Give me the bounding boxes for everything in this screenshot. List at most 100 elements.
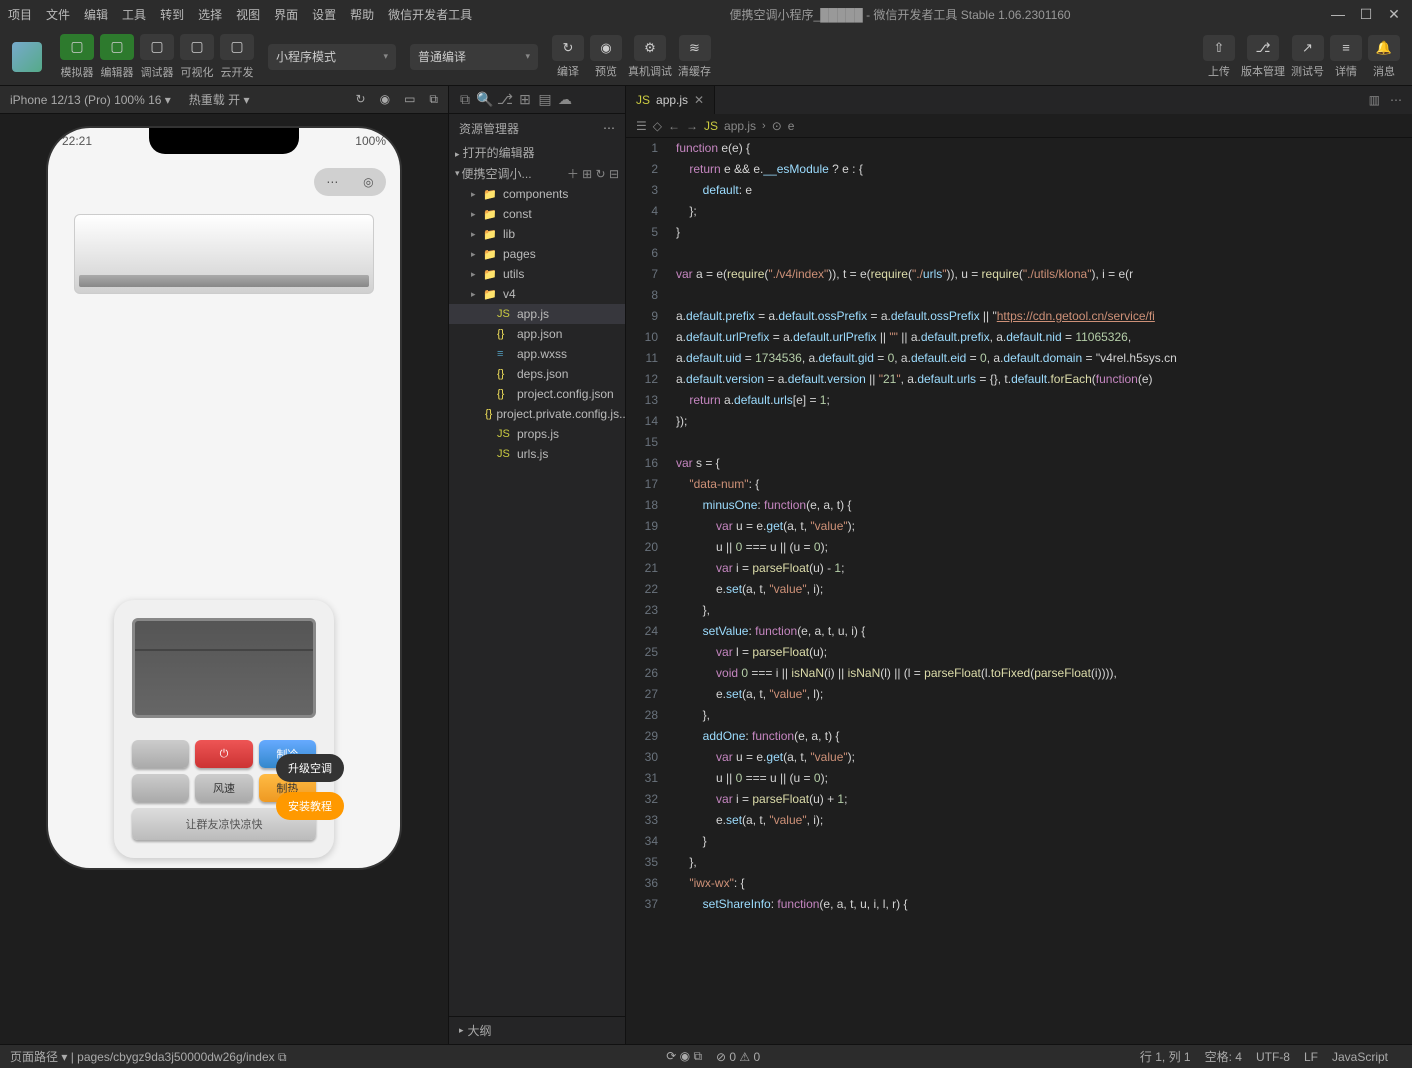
scm-icon[interactable]: ⎇: [495, 91, 515, 108]
indent[interactable]: 空格: 4: [1205, 1048, 1242, 1065]
minimize-button[interactable]: —: [1328, 6, 1348, 23]
menu-item[interactable]: 设置: [312, 6, 336, 23]
close-button[interactable]: ✕: [1384, 6, 1404, 23]
js-icon: JS: [704, 119, 718, 133]
hot-reload-toggle[interactable]: 热重载 开 ▾: [189, 91, 250, 108]
code-editor[interactable]: 1234567891011121314151617181920212223242…: [626, 138, 1412, 1044]
search-icon[interactable]: 🔍: [475, 91, 495, 108]
mode-可视化[interactable]: ▢可视化: [180, 34, 214, 80]
tree-item[interactable]: {}deps.json: [449, 364, 625, 384]
window-title: 便携空调小程序_█████ - 微信开发者工具 Stable 1.06.2301…: [472, 6, 1328, 23]
close-tab-icon[interactable]: ✕: [694, 93, 704, 107]
tutorial-button[interactable]: 安装教程: [276, 792, 344, 820]
breadcrumb[interactable]: ☰ ◇ ← → JS app.js › ⊙ e: [626, 114, 1412, 138]
remote-control: ⏻ 制冷 风速 制热 让群友凉快凉快 升级空调 安装教程: [114, 600, 334, 858]
remote-btn[interactable]: [132, 774, 189, 802]
explorer-panel: ⧉ 🔍 ⎇ ⊞ ▤ ☁ 资源管理器⋯ ▸ 打开的编辑器 ▾ 便携空调小...＋ …: [448, 86, 626, 1044]
remote-btn[interactable]: [132, 740, 189, 768]
sim-icons[interactable]: ⟳ ◉ ⧉: [666, 1049, 702, 1064]
right-测试号[interactable]: ↗测试号: [1291, 35, 1324, 79]
device-icon[interactable]: ▭: [404, 92, 415, 107]
tree-item[interactable]: JSapp.js: [449, 304, 625, 324]
refresh-icon[interactable]: ↻: [356, 92, 366, 107]
back-icon[interactable]: ←: [668, 119, 680, 133]
menu-item[interactable]: 界面: [274, 6, 298, 23]
action-清缓存[interactable]: ≋清缓存: [678, 35, 711, 79]
tree-item[interactable]: ▸📁v4: [449, 284, 625, 304]
device-select[interactable]: iPhone 12/13 (Pro) 100% 16 ▾: [10, 93, 171, 107]
status-time: 22:21: [62, 134, 92, 148]
menu-item[interactable]: 选择: [198, 6, 222, 23]
split-icon[interactable]: ▥: [1369, 93, 1380, 107]
menu-item[interactable]: 编辑: [84, 6, 108, 23]
right-版本管理[interactable]: ⎇版本管理: [1241, 35, 1285, 79]
mode-dropdown[interactable]: 小程序模式▾: [268, 44, 396, 70]
explorer-title: 资源管理器: [459, 120, 519, 137]
more-icon[interactable]: ⋯: [603, 121, 615, 135]
menu-item[interactable]: 工具: [122, 6, 146, 23]
tab-label: app.js: [656, 93, 688, 107]
editor-panel: JS app.js ✕ ▥ ⋯ ☰ ◇ ← → JS app.js › ⊙ e …: [626, 86, 1412, 1044]
record-icon[interactable]: ◉: [380, 92, 390, 107]
mode-编辑器[interactable]: ▢编辑器: [100, 34, 134, 80]
tree-item[interactable]: ▸📁components: [449, 184, 625, 204]
capsule[interactable]: ⋯◎: [314, 168, 386, 196]
right-上传[interactable]: ⇧上传: [1203, 35, 1235, 79]
encoding[interactable]: UTF-8: [1256, 1050, 1290, 1064]
menu-item[interactable]: 视图: [236, 6, 260, 23]
avatar[interactable]: [12, 42, 42, 72]
mode-云开发[interactable]: ▢云开发: [220, 34, 254, 80]
menu-item[interactable]: 转到: [160, 6, 184, 23]
outline-section[interactable]: 大纲: [468, 1022, 492, 1039]
tree-item[interactable]: ▸📁lib: [449, 224, 625, 244]
tree-item[interactable]: ▸📁const: [449, 204, 625, 224]
tree-item[interactable]: {}project.config.json: [449, 384, 625, 404]
dock-icon[interactable]: ⧉: [429, 92, 438, 107]
run-icon[interactable]: ▤: [535, 91, 555, 108]
action-真机调试[interactable]: ⚙真机调试: [628, 35, 672, 79]
action-预览[interactable]: ◉预览: [590, 35, 622, 79]
file-tab[interactable]: JS app.js ✕: [626, 86, 715, 114]
tree-item[interactable]: {}project.private.config.js...: [449, 404, 625, 424]
eol[interactable]: LF: [1304, 1050, 1318, 1064]
forward-icon[interactable]: →: [686, 119, 698, 133]
bookmark-icon[interactable]: ◇: [653, 119, 662, 133]
action-编译[interactable]: ↻编译: [552, 35, 584, 79]
power-button[interactable]: ⏻: [195, 740, 252, 768]
menu-item[interactable]: 项目: [8, 6, 32, 23]
list-icon[interactable]: ☰: [636, 119, 647, 133]
title-bar: 项目文件编辑工具转到选择视图界面设置帮助微信开发者工具 便携空调小程序_████…: [0, 0, 1412, 28]
phone-frame: 22:21100% ⋯◎ ⏻ 制冷 风速 制热 让群友凉快凉快: [48, 128, 400, 868]
tree-item[interactable]: JSurls.js: [449, 444, 625, 464]
open-editors[interactable]: 打开的编辑器: [463, 146, 535, 160]
upgrade-button[interactable]: 升级空调: [276, 754, 344, 782]
right-详情[interactable]: ≡详情: [1330, 35, 1362, 79]
simulator-panel: iPhone 12/13 (Pro) 100% 16 ▾ 热重载 开 ▾ ↻ ◉…: [0, 86, 448, 1044]
page-path[interactable]: 页面路径 ▾ | pages/cbygz9da3j50000dw26g/inde…: [10, 1048, 287, 1065]
status-battery: 100%: [355, 134, 386, 148]
language[interactable]: JavaScript: [1332, 1050, 1388, 1064]
tree-item[interactable]: {}app.json: [449, 324, 625, 344]
tree-item[interactable]: ▸📁utils: [449, 264, 625, 284]
wind-button[interactable]: 风速: [195, 774, 252, 802]
remote-screen: [132, 618, 316, 718]
tree-item[interactable]: ▸📁pages: [449, 244, 625, 264]
maximize-button[interactable]: ☐: [1356, 6, 1376, 23]
cursor-pos[interactable]: 行 1, 列 1: [1140, 1048, 1191, 1065]
grid-icon[interactable]: ⊞: [515, 91, 535, 108]
menu-item[interactable]: 微信开发者工具: [388, 6, 472, 23]
compile-dropdown[interactable]: 普通编译▾: [410, 44, 538, 70]
mode-模拟器[interactable]: ▢模拟器: [60, 34, 94, 80]
menu-item[interactable]: 文件: [46, 6, 70, 23]
problems[interactable]: ⊘ 0 ⚠ 0: [716, 1050, 760, 1064]
tree-item[interactable]: ≡app.wxss: [449, 344, 625, 364]
cloud-icon[interactable]: ☁: [555, 91, 575, 108]
menu-item[interactable]: 帮助: [350, 6, 374, 23]
right-消息[interactable]: 🔔消息: [1368, 35, 1400, 79]
more-icon[interactable]: ⋯: [1390, 93, 1402, 107]
files-icon[interactable]: ⧉: [455, 91, 475, 108]
project-name[interactable]: 便携空调小...: [462, 165, 567, 182]
tree-item[interactable]: JSprops.js: [449, 424, 625, 444]
menu-bar: 项目文件编辑工具转到选择视图界面设置帮助微信开发者工具: [8, 6, 472, 23]
mode-调试器[interactable]: ▢调试器: [140, 34, 174, 80]
